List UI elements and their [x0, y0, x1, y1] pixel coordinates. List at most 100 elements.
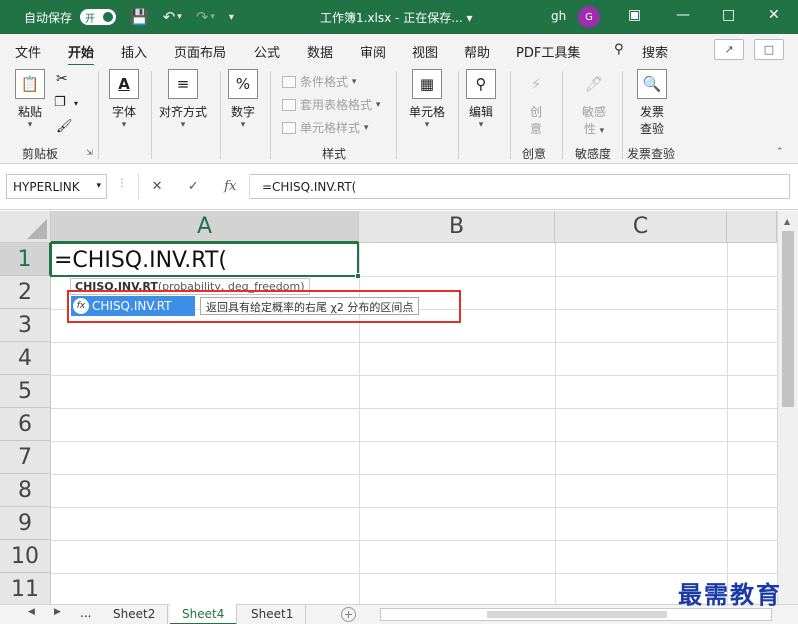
tab-pdf-tools[interactable]: PDF工具集	[516, 42, 580, 61]
create-button[interactable]: ⚡ 创 意	[520, 69, 552, 137]
row-header[interactable]: 5	[0, 375, 51, 408]
dialog-launcher-icon[interactable]: ⇲	[86, 148, 93, 157]
edit-button[interactable]: ⚲ 编辑 ▾	[465, 69, 497, 130]
ribbon-display-icon[interactable]: ▣	[628, 7, 641, 23]
row-header[interactable]: 7	[0, 441, 51, 474]
tab-help[interactable]: 帮助	[464, 42, 490, 61]
group-label-styles: 样式	[322, 147, 347, 161]
tab-formulas[interactable]: 公式	[254, 42, 280, 61]
chevron-down-icon[interactable]: ▾	[74, 99, 78, 108]
maximize-icon[interactable]: □	[722, 7, 735, 23]
row-header[interactable]: 4	[0, 342, 51, 375]
user-name: gh	[551, 9, 567, 23]
chevron-down-icon: ▾	[424, 120, 430, 130]
cut-icon[interactable]: ✂	[56, 71, 68, 87]
alignment-button[interactable]: ≡ 对齐方式 ▾	[155, 69, 211, 130]
more-sheets-button[interactable]: ...	[80, 606, 91, 620]
sheet-tab-sheet1[interactable]: Sheet1	[239, 604, 307, 624]
column-header-c[interactable]: C	[555, 211, 727, 243]
chevron-down-icon: ▾	[27, 120, 33, 130]
search-icon[interactable]: ⚲	[614, 42, 624, 57]
row-header[interactable]: 6	[0, 408, 51, 441]
lightning-icon: ⚡	[530, 75, 542, 93]
table-format-button[interactable]: 套用表格格式 ▾	[282, 96, 380, 113]
group-label-invoice: 发票查验	[627, 147, 676, 161]
undo-icon[interactable]: ↶	[163, 8, 176, 26]
conditional-format-button[interactable]: 条件格式 ▾	[282, 73, 356, 90]
active-cell-a1[interactable]: =CHISQ.INV.RT(	[50, 242, 361, 279]
autosave-toggle[interactable]: 开	[80, 9, 117, 25]
sheet-tab-sheet2[interactable]: Sheet2	[101, 604, 169, 624]
enter-icon[interactable]: ✓	[188, 179, 199, 194]
chevron-down-icon: ▾	[478, 120, 484, 130]
formula-bar: HYPERLINK ▾ ⋮ ✕ ✓ fx =CHISQ.INV.RT(	[0, 164, 798, 210]
scrollbar-thumb[interactable]	[782, 231, 794, 407]
column-header-d[interactable]	[727, 211, 777, 243]
scrollbar-thumb[interactable]	[487, 611, 667, 618]
cancel-icon[interactable]: ✕	[152, 179, 163, 194]
name-box[interactable]: HYPERLINK ▾	[6, 174, 107, 199]
undo-dropdown-icon[interactable]: ▾	[177, 12, 182, 22]
vertical-scrollbar[interactable]: ▲	[777, 211, 798, 604]
row-header[interactable]: 9	[0, 507, 51, 540]
scroll-up-icon[interactable]: ▲	[784, 217, 790, 226]
row-header[interactable]: 11	[0, 573, 51, 604]
autosave-label: 自动保存	[24, 10, 73, 25]
cell-style-icon	[282, 121, 296, 134]
collapse-ribbon-icon[interactable]: ⌃	[776, 147, 784, 157]
sensitivity-icon: 🖊	[584, 75, 604, 93]
tab-data[interactable]: 数据	[307, 42, 333, 61]
font-button[interactable]: A 字体 ▾	[108, 69, 140, 130]
cell-style-button[interactable]: 单元格样式 ▾	[282, 119, 368, 136]
formula-input[interactable]: =CHISQ.INV.RT(	[250, 174, 790, 199]
row-header[interactable]: 3	[0, 309, 51, 342]
ribbon: 📋 粘贴 ▾ ✂ ❐ ▾ 🖌 剪贴板 ⇲ A 字体 ▾ ≡ 对齐方式 ▾ % 数…	[0, 65, 798, 164]
tab-page-layout[interactable]: 页面布局	[174, 42, 226, 61]
invoice-icon: 🔍	[637, 69, 667, 99]
row-header[interactable]: 2	[0, 276, 51, 309]
tab-review[interactable]: 审阅	[360, 42, 386, 61]
select-all-corner[interactable]	[0, 211, 51, 243]
sensitivity-button[interactable]: 🖊 敏感 性 ▾	[578, 69, 610, 137]
add-sheet-icon[interactable]: +	[341, 607, 356, 622]
redo-icon[interactable]: ↷	[196, 8, 209, 26]
row-header[interactable]: 10	[0, 540, 51, 573]
fill-handle[interactable]	[355, 273, 361, 279]
tab-view[interactable]: 视图	[412, 42, 438, 61]
tab-home[interactable]: 开始	[68, 42, 95, 67]
chevron-down-icon: ▾	[375, 99, 381, 110]
sheet-tab-sheet4[interactable]: Sheet4	[170, 604, 238, 624]
cells-button[interactable]: ▦ 单元格 ▾	[405, 69, 449, 130]
column-header-a[interactable]: A	[51, 211, 359, 243]
column-header-b[interactable]: B	[359, 211, 555, 243]
next-sheet-icon[interactable]: ▶	[54, 607, 61, 617]
watermark-logo: 最需教育	[678, 580, 782, 609]
conditional-format-icon	[282, 75, 296, 88]
minimize-icon[interactable]: —	[676, 7, 690, 23]
customize-toolbar-icon[interactable]: ▾	[229, 12, 234, 23]
insert-function-icon[interactable]: fx	[224, 179, 236, 194]
spreadsheet-grid[interactable]: A B C 1 2 3 4 5 6 7 8 9 10 11 =CHISQ.INV…	[0, 211, 798, 604]
invoice-check-button[interactable]: 🔍 发票 查验	[636, 69, 668, 137]
save-icon[interactable]: 💾	[130, 8, 149, 26]
chevron-down-icon: ▾	[180, 120, 186, 130]
number-button[interactable]: % 数字 ▾	[227, 69, 259, 130]
clipboard-icon: 📋	[15, 69, 45, 99]
window-title: 工作簿1.xlsx - 正在保存... ▾	[320, 11, 473, 25]
prev-sheet-icon[interactable]: ◀	[28, 607, 35, 617]
copy-icon[interactable]: ❐	[54, 95, 66, 110]
row-header[interactable]: 1	[0, 243, 51, 276]
format-painter-icon[interactable]: 🖌	[56, 119, 73, 134]
row-header[interactable]: 8	[0, 474, 51, 507]
tab-search[interactable]: 搜索	[642, 42, 668, 61]
tab-insert[interactable]: 插入	[121, 42, 147, 61]
share-icon[interactable]: ↗	[714, 39, 744, 60]
group-label-create: 创意	[522, 147, 547, 161]
redo-dropdown-icon[interactable]: ▾	[210, 12, 215, 22]
comments-icon[interactable]: □	[754, 39, 784, 60]
paste-button[interactable]: 📋 粘贴 ▾	[14, 69, 46, 130]
tab-file[interactable]: 文件	[15, 42, 41, 61]
avatar[interactable]: G	[578, 6, 600, 28]
close-icon[interactable]: ✕	[768, 7, 780, 23]
cells-icon: ▦	[412, 69, 442, 99]
